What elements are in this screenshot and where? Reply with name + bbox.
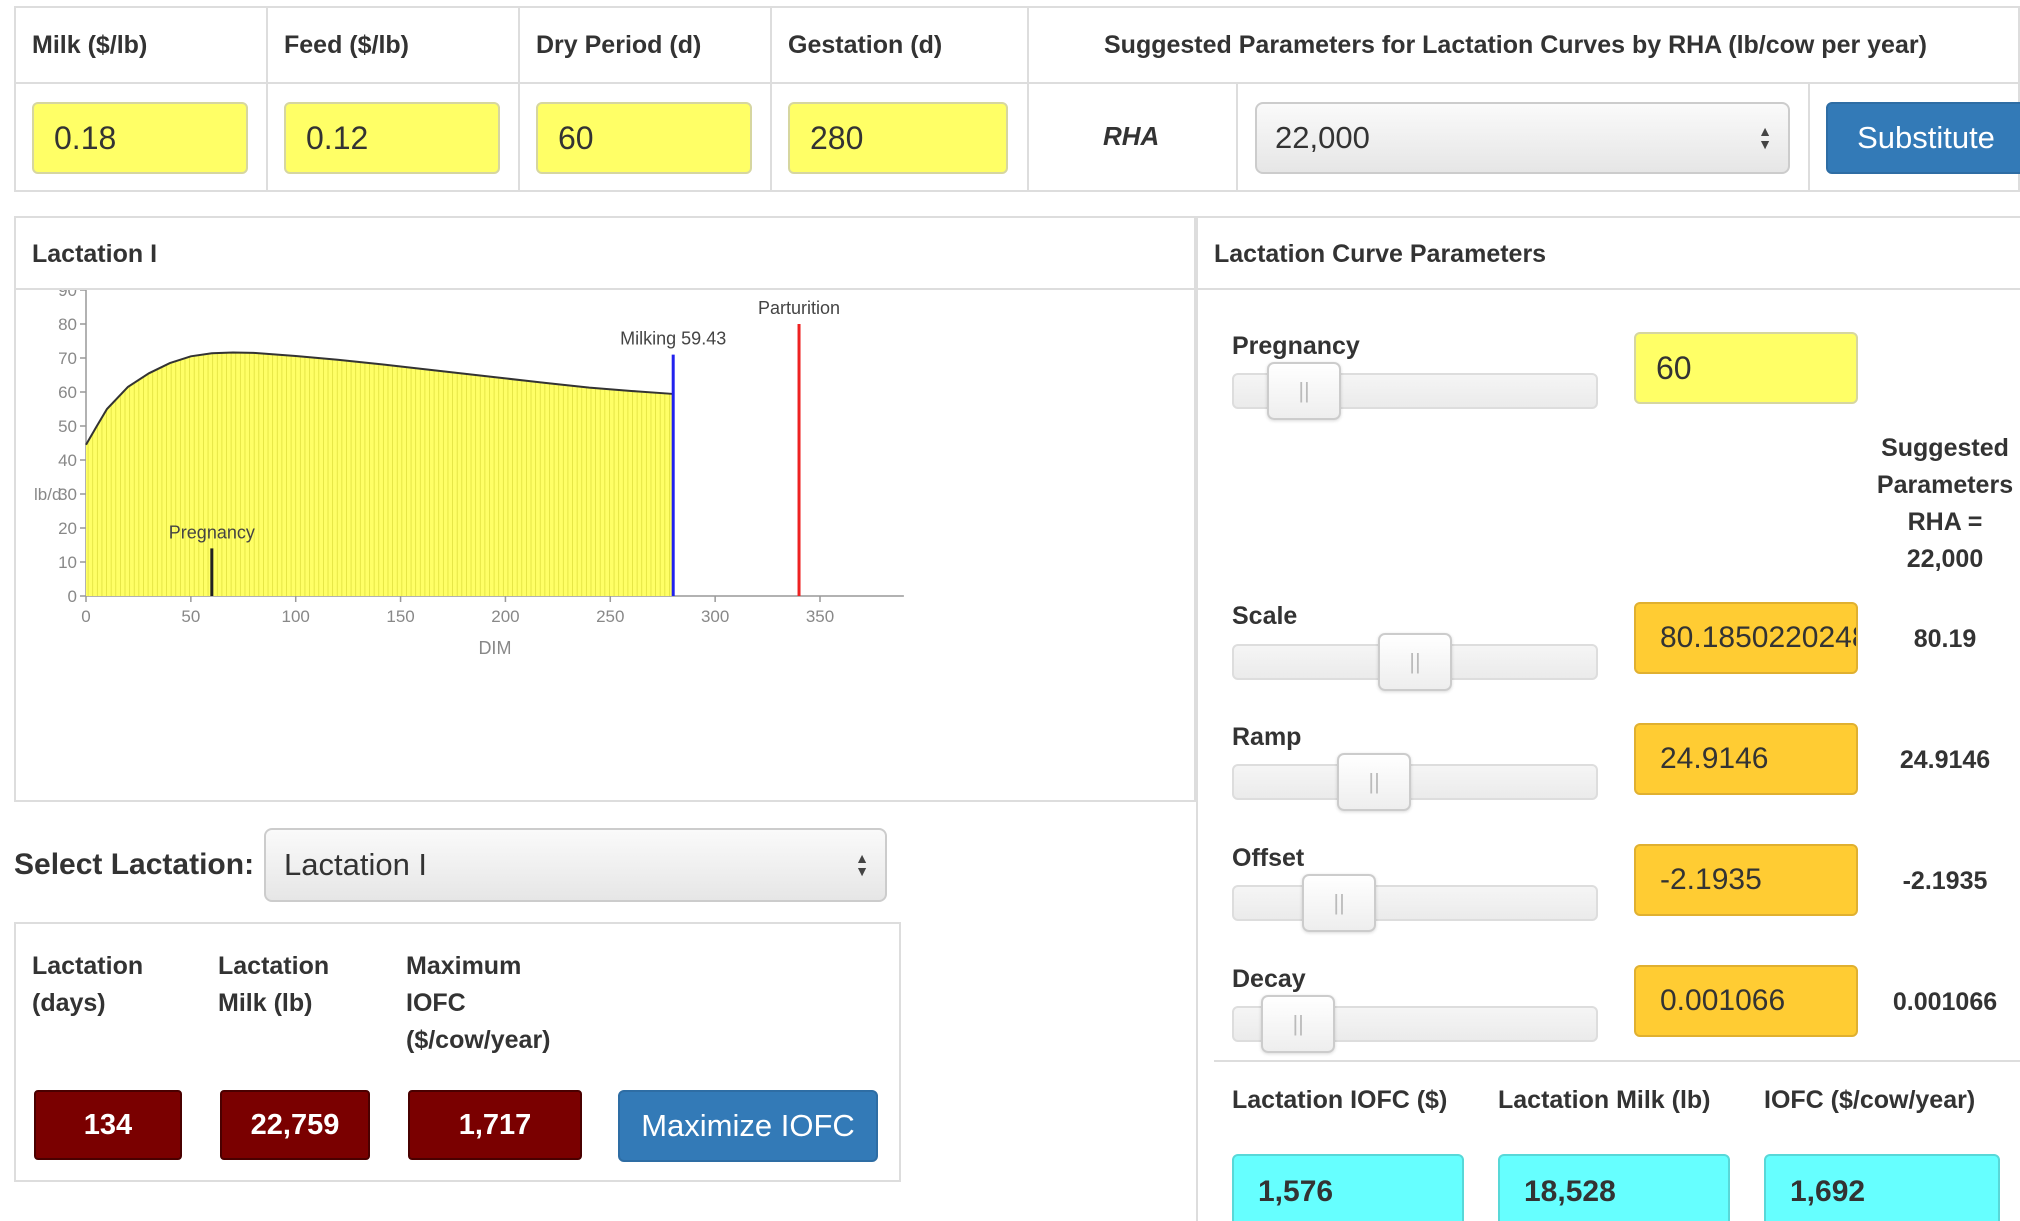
lactation-area [86, 352, 674, 596]
lactation-select-value: Lactation I [284, 847, 428, 882]
params-panel-divider [1196, 288, 2020, 290]
offset-slider[interactable] [1232, 885, 1598, 921]
col-divider [518, 6, 520, 192]
summary-divider [1214, 1060, 2020, 1062]
lactation-select[interactable]: Lactation I ▲ ▼ [264, 828, 887, 902]
iofc-per-year-header: IOFC ($/cow/year) [1764, 1086, 1976, 1114]
feed-price-input[interactable]: 0.12 [284, 102, 500, 174]
y-tick-label: 0 [68, 587, 77, 606]
top-table-divider [14, 82, 2020, 84]
pregnancy-marker-label: Pregnancy [169, 522, 255, 542]
dry-period-input[interactable]: 60 [536, 102, 752, 174]
substitute-button[interactable]: Substitute [1826, 102, 2020, 174]
ramp-label: Ramp [1232, 723, 1302, 751]
lactation-iofc-header: Lactation IOFC ($) [1232, 1086, 1448, 1114]
lactation-days-header: Lactation (days) [32, 952, 144, 1017]
lactation-milk-header: Lactation Milk (lb) [218, 952, 330, 1017]
rha-label: RHA [1103, 121, 1160, 151]
milk-price-header: Milk ($/lb) [32, 31, 148, 59]
ramp-slider-handle[interactable]: || [1337, 753, 1412, 811]
lactation-milk-value: 22,759 [220, 1090, 370, 1160]
suggested-parameters-header: Suggested Parameters for Lactation Curve… [1104, 31, 1927, 59]
decay-suggested-value: 0.001066 [1892, 988, 1998, 1016]
y-tick-label: 50 [58, 417, 77, 436]
x-tick-label: 250 [596, 607, 624, 626]
lactation-chart: 01020304050607080900 50 100 150 200 250 300 350… [34, 290, 904, 658]
suggested-parameters-column-header: Suggested Parameters RHA = 22,000 [1876, 434, 2014, 573]
params-panel-title: Lactation Curve Parameters [1214, 240, 1547, 268]
parturition-marker-label: Parturition [758, 298, 840, 318]
x-tick-label: 200 [491, 607, 519, 626]
ramp-slider[interactable] [1232, 764, 1598, 800]
x-tick-label: 150 [386, 607, 414, 626]
dry-period-header: Dry Period (d) [536, 31, 702, 59]
select-arrows-icon: ▲ ▼ [1758, 123, 1772, 152]
scale-input[interactable]: 80.1850220248 [1634, 602, 1858, 674]
maximum-iofc-header: Maximum IOFC ($/cow/year) [406, 952, 551, 1054]
x-tick-label: 0 [81, 607, 90, 626]
rha-select[interactable]: 22,000 ▲ ▼ [1255, 102, 1790, 174]
decay-slider-handle[interactable]: || [1261, 995, 1336, 1053]
decay-label: Decay [1232, 965, 1306, 993]
ramp-suggested-value: 24.9146 [1899, 746, 1991, 774]
pregnancy-label: Pregnancy [1232, 332, 1360, 360]
x-tick-label: 50 [181, 607, 200, 626]
gestation-header: Gestation (d) [788, 31, 943, 59]
scale-suggested-value: 80.19 [1913, 625, 1977, 653]
rha-select-value: 22,000 [1275, 120, 1370, 155]
col-divider [266, 6, 268, 192]
feed-price-header: Feed ($/lb) [284, 31, 410, 59]
y-tick-label: 90 [58, 290, 77, 300]
y-tick-label: 20 [58, 519, 77, 538]
y-tick-label: 60 [58, 383, 77, 402]
pregnancy-input[interactable]: 60 [1634, 332, 1858, 404]
lactation-days-value: 134 [34, 1090, 182, 1160]
col-divider [1808, 82, 1810, 192]
y-axis-label: lb/d [34, 485, 61, 504]
maximum-iofc-value: 1,717 [408, 1090, 582, 1160]
milking-marker-label: Milking 59.43 [620, 329, 726, 349]
lactation-milk-summary-header: Lactation Milk (lb) [1498, 1086, 1711, 1114]
lactation-milk-summary-value: 18,528 [1498, 1154, 1730, 1221]
y-tick-label: 40 [58, 451, 77, 470]
y-tick-label: 70 [58, 349, 77, 368]
chart-plot-area: 01020304050607080900 50 100 150 200 250 300 350… [34, 290, 904, 658]
x-axis-label: DIM [478, 638, 511, 658]
chart-panel-title: Lactation I [32, 240, 158, 268]
offset-label: Offset [1232, 844, 1305, 872]
pregnancy-slider-handle[interactable]: || [1267, 362, 1342, 420]
scale-label: Scale [1232, 602, 1298, 630]
ramp-input[interactable]: 24.9146 [1634, 723, 1858, 795]
gestation-input[interactable]: 280 [788, 102, 1008, 174]
offset-input[interactable]: -2.1935 [1634, 844, 1858, 916]
select-lactation-label: Select Lactation: [14, 848, 255, 881]
iofc-per-year-value: 1,692 [1764, 1154, 2000, 1221]
milk-price-input[interactable]: 0.18 [32, 102, 248, 174]
col-divider [770, 6, 772, 192]
y-tick-label: 10 [58, 553, 77, 572]
decay-input[interactable]: 0.001066 [1634, 965, 1858, 1037]
x-tick-label: 350 [806, 607, 834, 626]
x-tick-label: 100 [282, 607, 310, 626]
lactation-iofc-value: 1,576 [1232, 1154, 1464, 1221]
col-divider [1027, 6, 1029, 192]
col-divider [1236, 82, 1238, 192]
select-arrows-icon: ▲ ▼ [855, 850, 869, 879]
x-tick-label: 300 [701, 607, 729, 626]
offset-slider-handle[interactable]: || [1302, 874, 1377, 932]
offset-suggested-value: -2.1935 [1902, 867, 1988, 895]
y-tick-label: 80 [58, 315, 77, 334]
scale-slider-handle[interactable]: || [1378, 633, 1452, 691]
maximize-iofc-button[interactable]: Maximize IOFC [618, 1090, 878, 1162]
